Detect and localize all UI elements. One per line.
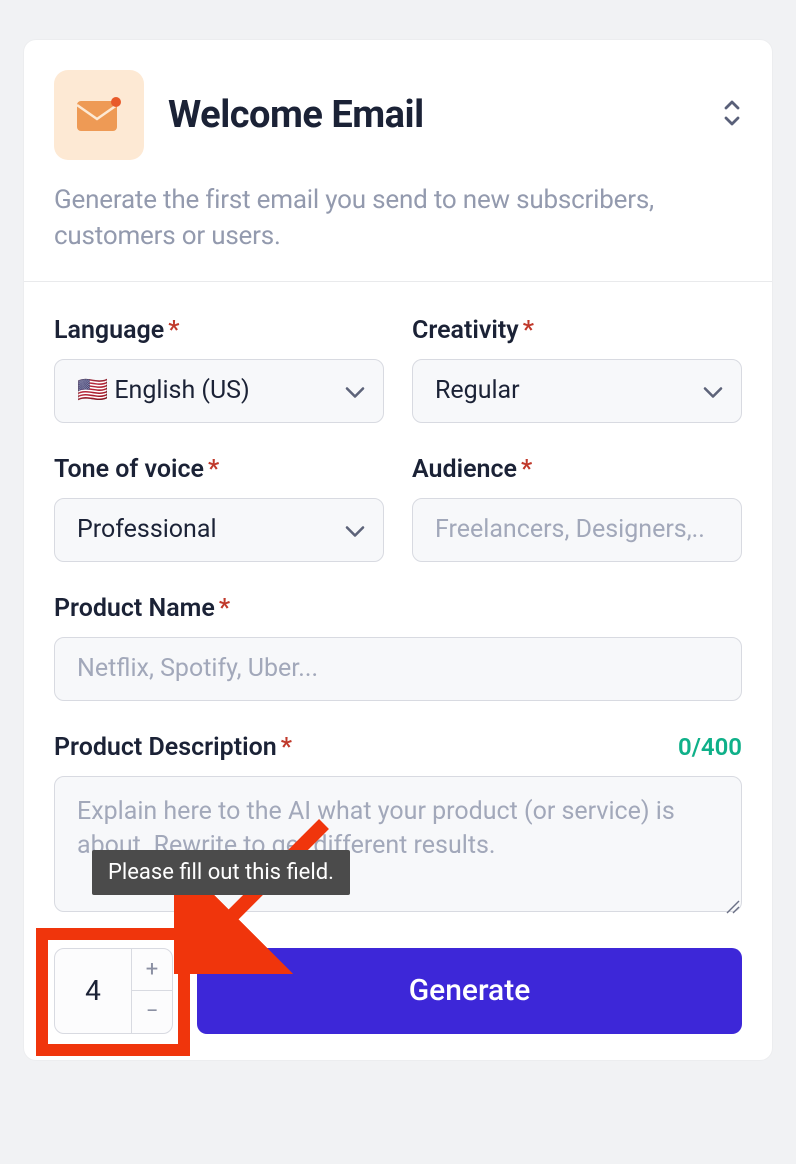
card-body: Language* 🇺🇸 English (US) Creativity* Re… (24, 282, 772, 1060)
page-title: Welcome Email (168, 93, 424, 137)
required-mark: * (219, 594, 230, 623)
chevron-down-icon (345, 515, 365, 544)
product-name-field: Product Name* (54, 594, 742, 701)
language-field: Language* 🇺🇸 English (US) (54, 316, 384, 423)
generate-button[interactable]: Generate (197, 948, 742, 1034)
card-header: Welcome Email Generate the first email y… (24, 40, 772, 282)
form-card: Welcome Email Generate the first email y… (24, 40, 772, 1060)
language-value: 🇺🇸 English (US) (77, 376, 250, 405)
audience-input[interactable] (412, 498, 742, 562)
validation-tooltip: Please fill out this field. (92, 850, 350, 895)
creativity-label: Creativity* (412, 316, 742, 345)
product-description-field: Product Description* 0/400 Please fill o… (54, 733, 742, 916)
action-row: 4 + − Generate (54, 948, 742, 1034)
tone-select[interactable]: Professional (54, 498, 384, 562)
quantity-stepper: 4 + − (54, 948, 173, 1034)
template-icon-tile (54, 70, 144, 160)
creativity-select[interactable]: Regular (412, 359, 742, 423)
envelope-icon (77, 97, 121, 133)
required-mark: * (281, 733, 292, 762)
required-mark: * (168, 316, 179, 345)
required-mark: * (523, 316, 534, 345)
template-description: Generate the first email you send to new… (54, 182, 742, 255)
language-select[interactable]: 🇺🇸 English (US) (54, 359, 384, 423)
chevron-up-down-icon (722, 98, 742, 128)
required-mark: * (521, 455, 532, 484)
creativity-value: Regular (435, 376, 520, 405)
template-switcher[interactable] (722, 98, 742, 132)
product-description-label: Product Description* (54, 733, 292, 762)
product-name-label-text: Product Name (54, 594, 215, 623)
tone-value: Professional (77, 515, 217, 544)
product-name-input[interactable] (54, 637, 742, 701)
audience-field: Audience* (412, 455, 742, 562)
required-mark: * (208, 455, 219, 484)
quantity-value[interactable]: 4 (55, 949, 131, 1033)
product-name-label: Product Name* (54, 594, 742, 623)
quantity-decrement[interactable]: − (132, 991, 172, 1033)
audience-label-text: Audience (412, 455, 517, 484)
chevron-down-icon (345, 376, 365, 405)
chevron-down-icon (703, 376, 723, 405)
quantity-increment[interactable]: + (132, 949, 172, 992)
audience-label: Audience* (412, 455, 742, 484)
language-label: Language* (54, 316, 384, 345)
title-row: Welcome Email (54, 70, 742, 160)
char-counter: 0/400 (678, 733, 742, 761)
creativity-label-text: Creativity (412, 316, 519, 345)
product-description-label-text: Product Description (54, 733, 277, 762)
tone-label-text: Tone of voice (54, 455, 204, 484)
tone-field: Tone of voice* Professional (54, 455, 384, 562)
language-label-text: Language (54, 316, 164, 345)
tone-label: Tone of voice* (54, 455, 384, 484)
creativity-field: Creativity* Regular (412, 316, 742, 423)
